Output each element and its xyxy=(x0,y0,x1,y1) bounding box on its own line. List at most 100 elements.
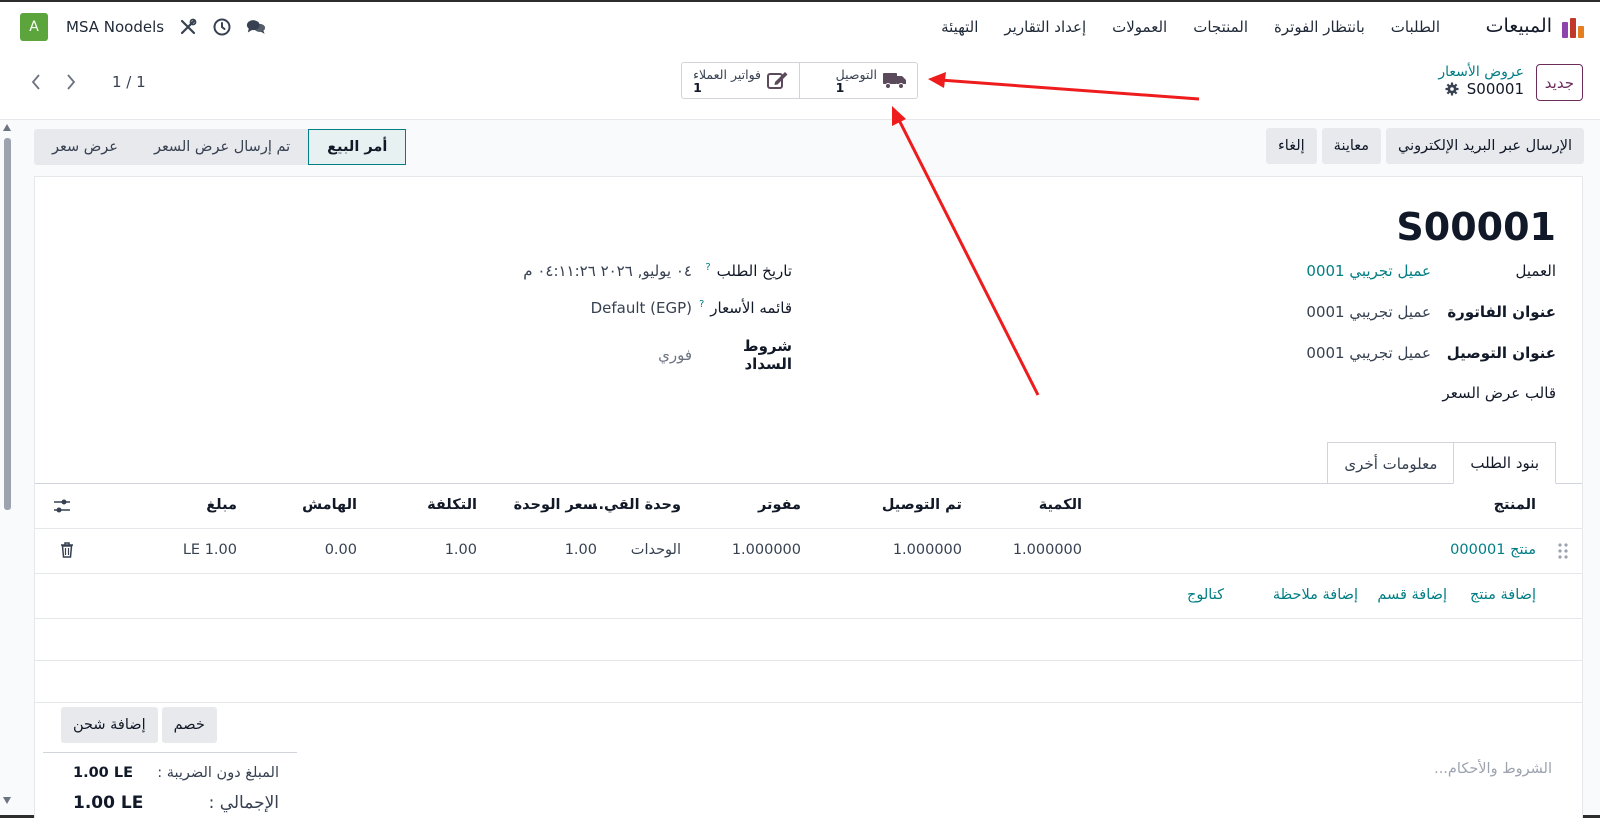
menu-item-orders[interactable]: الطلبات xyxy=(1391,18,1440,36)
customer-value[interactable]: عميل تجريبي 0001 xyxy=(1306,262,1431,280)
invoice-address-label: عنوان الفاتورة xyxy=(1447,303,1556,321)
row-uom[interactable]: الوحدات xyxy=(631,542,681,558)
form-actions: الإرسال عبر البريد الإلكتروني معاينة إلغ… xyxy=(1265,128,1584,164)
payment-terms-field: شروط السداد فوري xyxy=(658,337,792,373)
menu-item-to-invoice[interactable]: بانتظار الفوترة xyxy=(1274,18,1365,36)
col-amount[interactable]: مبلغ xyxy=(206,497,237,513)
invoice-address-field: عنوان الفاتورة عميل تجريبي 0001 xyxy=(1306,303,1556,321)
user-avatar[interactable]: A xyxy=(20,13,48,41)
send-email-button[interactable]: الإرسال عبر البريد الإلكتروني xyxy=(1386,128,1584,164)
row-margin[interactable]: 0.00 xyxy=(325,542,357,558)
row-qty[interactable]: 1.000000 xyxy=(1013,542,1082,558)
form-tabs: بنود الطلب معلومات أخرى xyxy=(1327,442,1556,484)
discount-button[interactable]: خصم xyxy=(161,707,217,743)
order-date-value[interactable]: ٠٤ يوليو, ٢٠٢٦ ٠٤:١١:٢٦ م xyxy=(523,262,692,280)
gear-icon[interactable] xyxy=(1445,82,1459,96)
order-date-label-text: تاريخ الطلب xyxy=(716,262,792,280)
untaxed-label: المبلغ دون الضريبة : xyxy=(157,765,279,781)
main-menu: الطلبات بانتظار الفوترة المنتجات العمولا… xyxy=(941,18,1440,36)
delivery-address-value[interactable]: عميل تجريبي 0001 xyxy=(1306,344,1431,362)
breadcrumb-parent[interactable]: عروض الأسعار xyxy=(1438,64,1524,80)
terms-input[interactable]: الشروط والأحكام... xyxy=(1434,761,1552,777)
col-uom[interactable]: وحدة القي... xyxy=(588,497,682,513)
pricelist-field: قائمه الأسعار? Default (EGP) xyxy=(591,299,792,317)
empty-row xyxy=(35,619,1582,661)
col-margin[interactable]: الهامش xyxy=(302,497,357,513)
scroll-down-icon[interactable] xyxy=(3,797,11,804)
new-button[interactable]: جديد xyxy=(1535,64,1583,101)
stage-sale-order[interactable]: أمر البيع xyxy=(308,129,407,165)
add-shipping-button[interactable]: إضافة شحن xyxy=(61,707,158,743)
col-cost[interactable]: التكلفة xyxy=(427,497,477,513)
stage-quotation[interactable]: عرض سعر xyxy=(34,129,136,165)
order-name: S00001 xyxy=(1396,205,1556,249)
row-amount[interactable]: 1.00 LE xyxy=(183,542,237,558)
col-qty[interactable]: الكمية xyxy=(1039,497,1082,513)
invoices-smart-text: فواتير العملاء 1 xyxy=(693,68,761,94)
pager-next-button[interactable] xyxy=(53,64,88,99)
help-icon[interactable]: ? xyxy=(705,262,710,273)
col-product[interactable]: المنتج xyxy=(1494,497,1536,513)
invoices-count: 1 xyxy=(693,79,702,95)
scrollbar[interactable] xyxy=(0,122,14,818)
delivery-address-label: عنوان التوصيل xyxy=(1446,344,1556,362)
stage-quotation-sent[interactable]: تم إرسال عرض السعر xyxy=(136,129,308,165)
invoices-label: فواتير العملاء xyxy=(693,66,761,82)
delivery-smart-text: التوصيل 1 xyxy=(836,68,877,94)
menu-item-reporting[interactable]: إعداد التقارير xyxy=(1004,18,1086,36)
top-navbar: المبيعات الطلبات بانتظار الفوترة المنتجا… xyxy=(0,2,1600,54)
add-product-link[interactable]: إضافة منتج xyxy=(1470,587,1536,603)
invoices-smart-button[interactable]: فواتير العملاء 1 xyxy=(682,63,800,98)
catalog-link[interactable]: كتالوج xyxy=(1187,587,1224,603)
truck-icon xyxy=(883,71,907,91)
clock-icon[interactable] xyxy=(212,17,232,37)
col-invoiced[interactable]: مفوتر xyxy=(758,497,801,513)
trash-icon[interactable] xyxy=(60,542,74,562)
breadcrumb-current: S00001 xyxy=(1466,80,1524,98)
col-unit-price[interactable]: سعر الوحدة xyxy=(514,497,597,513)
row-invoiced[interactable]: 1.000000 xyxy=(732,542,801,558)
chevron-left-icon xyxy=(31,73,40,90)
pricelist-value[interactable]: Default (EGP) xyxy=(591,299,692,317)
form-sheet: S00001 العميل عميل تجريبي 0001 عنوان الف… xyxy=(34,176,1583,818)
app-brand[interactable]: المبيعات xyxy=(1486,14,1584,38)
totals-panel: المبلغ دون الضريبة : 1.00 LE الإجمالي : … xyxy=(43,752,297,813)
chat-icon[interactable] xyxy=(246,17,266,37)
systray: A MSA Noodels xyxy=(20,13,266,41)
preview-button[interactable]: معاينة xyxy=(1321,128,1382,164)
tab-other-info[interactable]: معلومات أخرى xyxy=(1327,442,1454,484)
col-delivered[interactable]: تم التوصيل xyxy=(882,497,962,513)
quote-template-field: قالب عرض السعر xyxy=(1442,384,1556,402)
customer-label: العميل xyxy=(1515,262,1556,280)
table-row[interactable]: منتج 000001 1.000000 1.000000 1.000000 ا… xyxy=(35,529,1582,574)
scroll-up-icon[interactable] xyxy=(3,124,11,131)
bottom-buttons: إضافة شحن خصم xyxy=(61,707,217,743)
help-icon[interactable]: ? xyxy=(699,299,704,310)
pager-value[interactable]: 1 / 1 xyxy=(112,73,146,91)
row-cost[interactable]: 1.00 xyxy=(445,542,477,558)
menu-item-configuration[interactable]: التهيئة xyxy=(941,18,978,36)
add-note-link[interactable]: إضافة ملاحظة xyxy=(1273,587,1358,603)
pager-prev-button[interactable] xyxy=(18,64,53,99)
row-delivered[interactable]: 1.000000 xyxy=(893,542,962,558)
tab-order-lines[interactable]: بنود الطلب xyxy=(1453,442,1556,484)
sliders-icon[interactable] xyxy=(53,498,71,518)
menu-item-products[interactable]: المنتجات xyxy=(1193,18,1248,36)
cancel-button[interactable]: إلغاء xyxy=(1265,128,1317,164)
tools-icon[interactable] xyxy=(178,17,198,37)
payment-terms-value[interactable]: فوري xyxy=(658,346,692,364)
chevron-right-icon xyxy=(66,73,75,90)
grand-total: الإجمالي : 1.00 LE xyxy=(43,781,297,813)
scroll-thumb[interactable] xyxy=(4,138,11,510)
row-unit-price[interactable]: 1.00 xyxy=(565,542,597,558)
delivery-address-field: عنوان التوصيل عميل تجريبي 0001 xyxy=(1306,344,1556,362)
company-name[interactable]: MSA Noodels xyxy=(66,18,164,36)
invoice-address-value[interactable]: عميل تجريبي 0001 xyxy=(1306,303,1431,321)
total-label: الإجمالي : xyxy=(208,793,279,813)
menu-item-commissions[interactable]: العمولات xyxy=(1112,18,1167,36)
row-product[interactable]: منتج 000001 xyxy=(1450,542,1536,558)
drag-handle-icon[interactable] xyxy=(1558,543,1568,563)
delivery-smart-button[interactable]: التوصيل 1 xyxy=(800,63,917,98)
add-section-link[interactable]: إضافة قسم xyxy=(1377,587,1447,603)
edit-icon xyxy=(767,70,789,92)
